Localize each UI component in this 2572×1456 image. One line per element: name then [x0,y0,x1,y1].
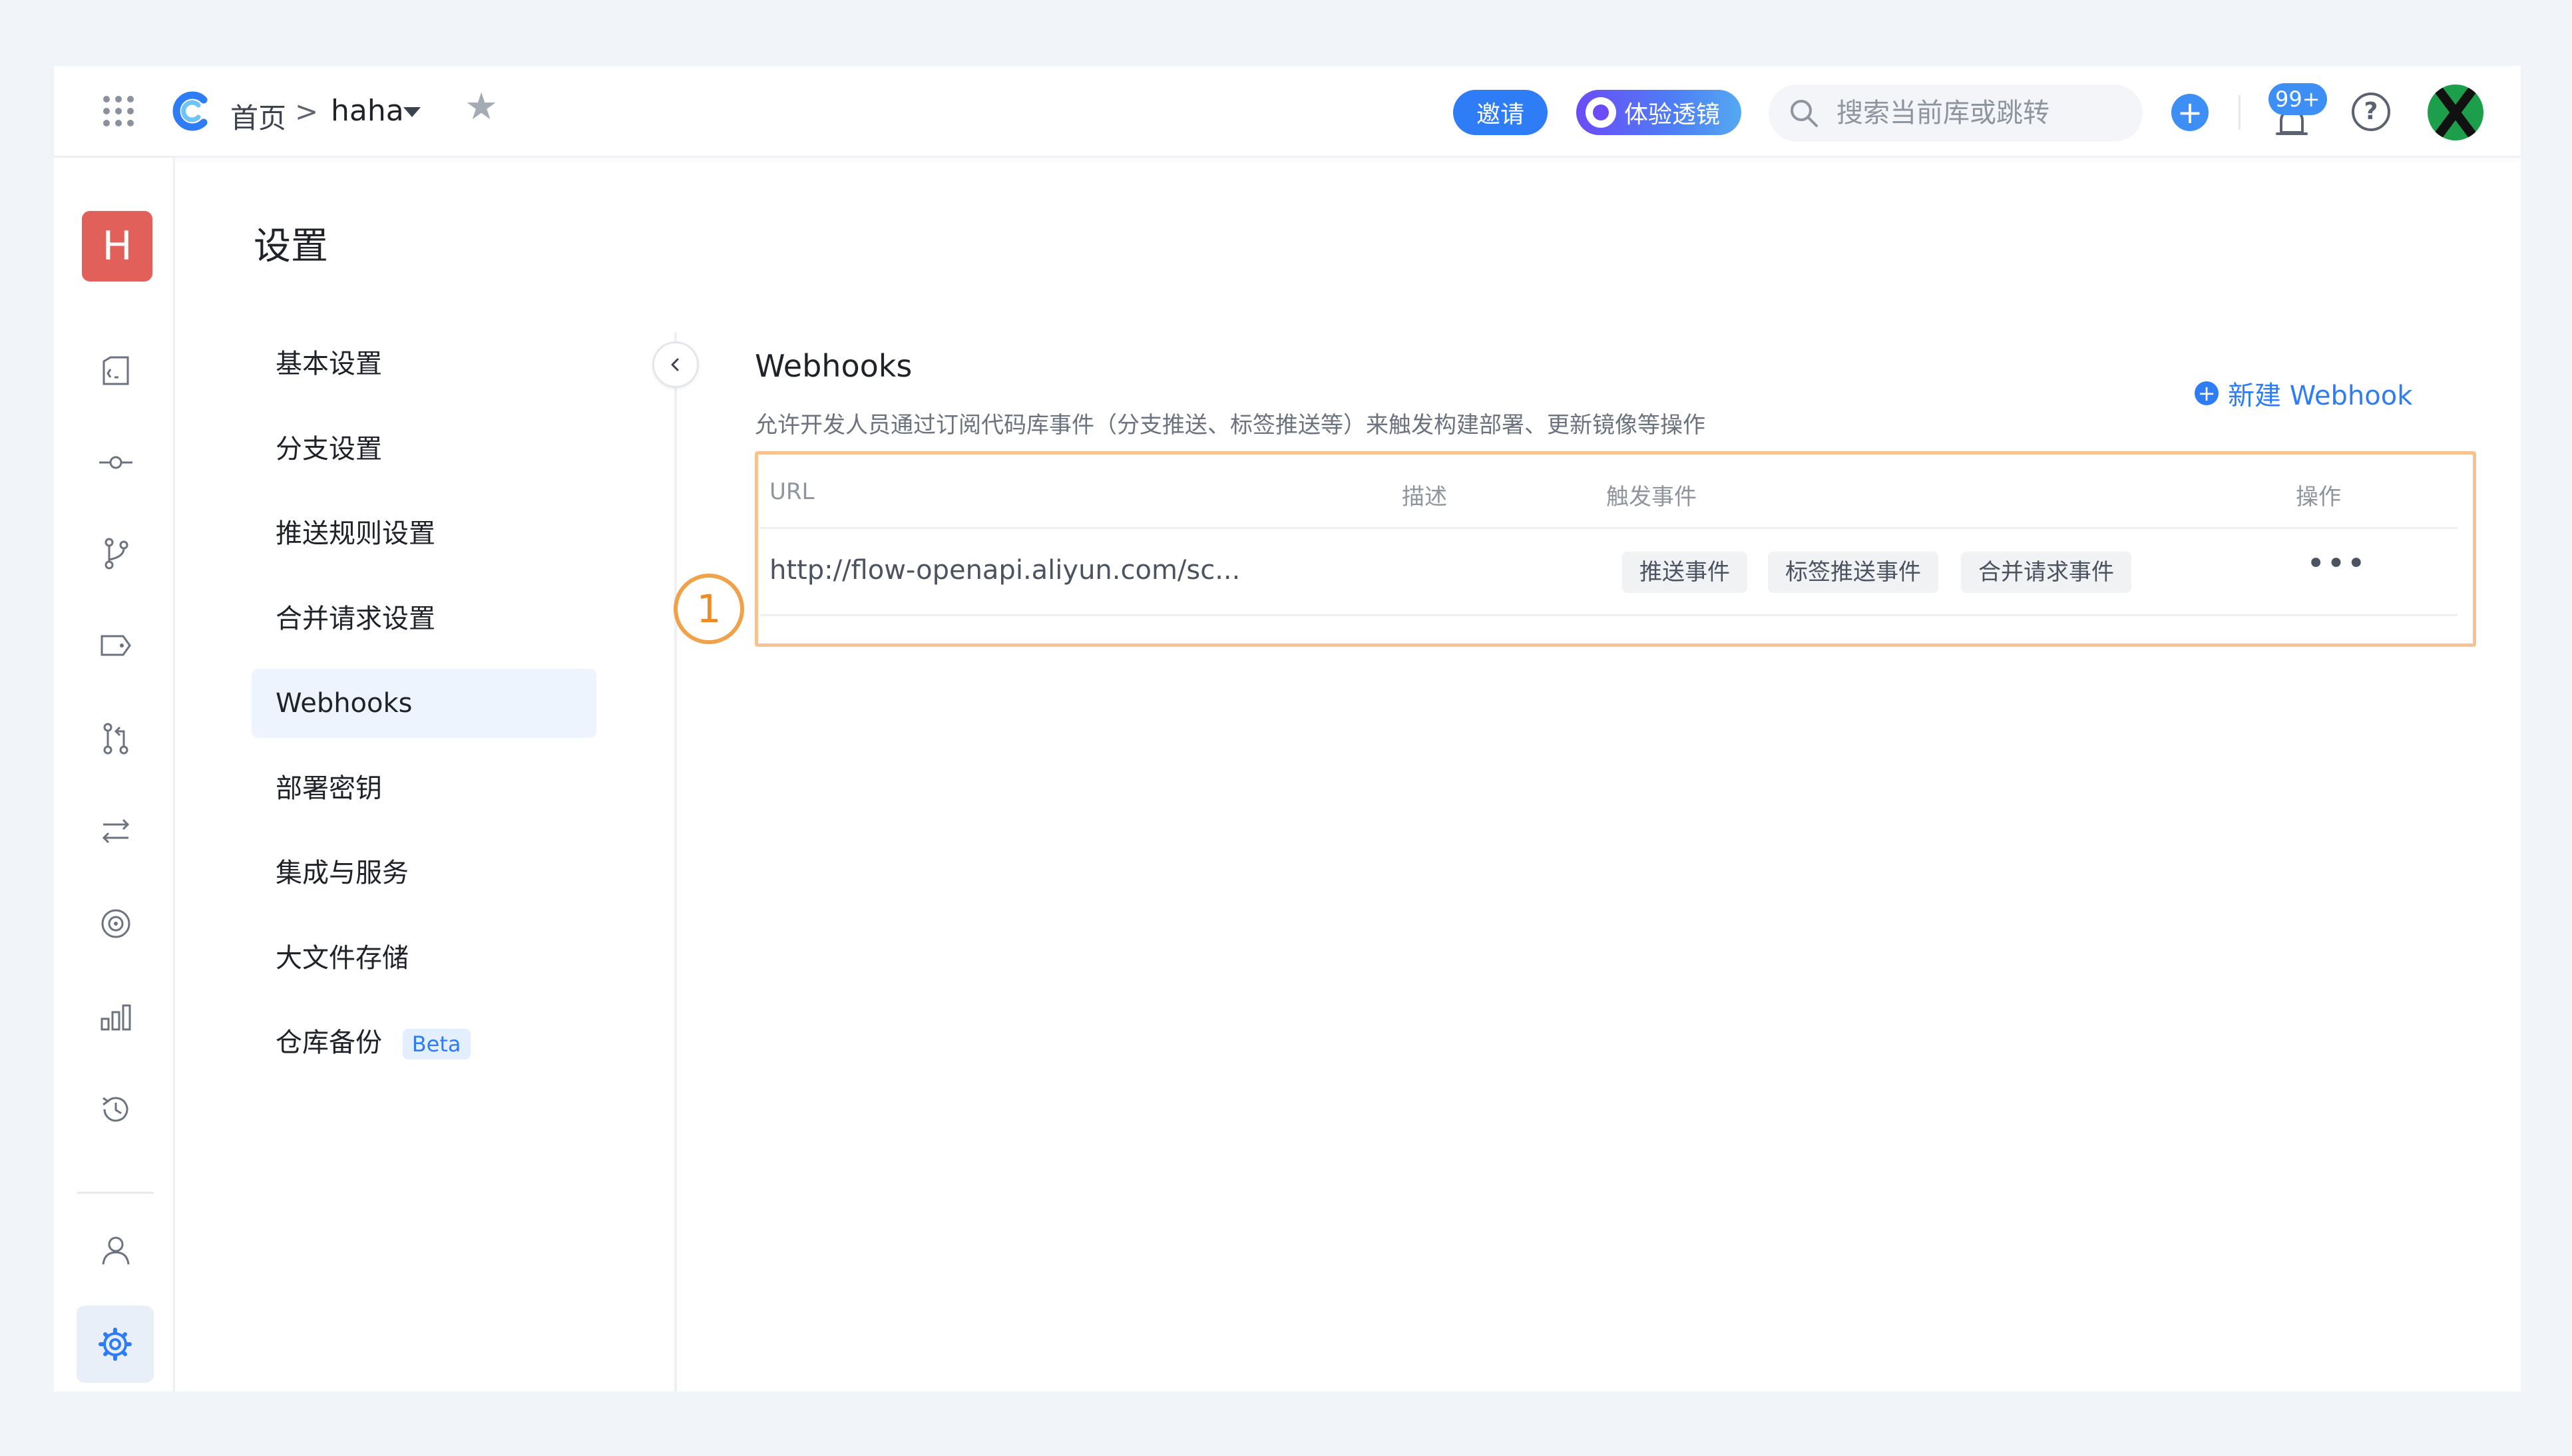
column-header-actions: 操作 [2296,484,2341,510]
collapse-nav-button[interactable] [652,341,699,388]
section-description: 允许开发人员通过订阅代码库事件（分支推送、标签推送等）来触发构建部署、更新镜像等… [755,412,1705,439]
create-plus-button[interactable]: + [2171,94,2209,131]
app-window: 首页 > haha ★ 邀请 体验透镜 + 99+ ? [54,66,2521,1391]
nav-item-label: 基本设置 [276,349,382,379]
lens-button[interactable]: 体验透镜 [1576,90,1741,135]
nav-item-label: 推送规则设置 [276,518,435,549]
search-box[interactable] [1769,85,2143,142]
new-webhook-button[interactable]: + 新建 Webhook [2195,374,2412,413]
user-avatar[interactable] [2428,85,2483,140]
nav-item-integrations[interactable]: 集成与服务 [252,838,596,908]
settings-icon [99,1328,132,1361]
left-rail: H [54,158,175,1391]
help-icon[interactable]: ? [2352,92,2390,131]
beta-badge: Beta [402,1029,471,1059]
table-row-divider [760,614,2458,616]
event-tag: 合并请求事件 [1961,552,2131,593]
event-tag: 推送事件 [1622,552,1747,593]
history-icon[interactable] [93,1086,139,1133]
rail-divider [77,1192,154,1194]
repo-avatar[interactable]: H [82,211,152,281]
nav-item-label: Webhooks [276,688,413,719]
nav-item-label: 分支设置 [276,434,382,464]
nav-item-deploy-keys[interactable]: 部署密钥 [252,754,596,823]
more-actions-icon[interactable]: ••• [2306,548,2367,580]
nav-item-label: 合并请求设置 [276,604,435,634]
event-tag: 标签推送事件 [1768,552,1938,593]
nav-item-branch-settings[interactable]: 分支设置 [252,415,596,484]
search-icon [1791,100,1818,127]
chart-icon[interactable] [93,994,139,1041]
top-bar: 首页 > haha ★ 邀请 体验透镜 + 99+ ? [54,66,2521,158]
step-marker: 1 [674,574,744,644]
notification-count-badge: 99+ [2268,83,2327,115]
tag-icon[interactable] [93,622,139,669]
nav-item-basic-settings[interactable]: 基本设置 [252,329,596,399]
toolbar-divider [2239,95,2241,130]
merge-request-icon[interactable] [93,715,139,762]
webhook-url-cell[interactable]: http://flow-openapi.aliyun.com/sc... [769,555,1240,586]
nav-item-webhooks[interactable]: Webhooks [252,669,596,738]
nav-item-label: 集成与服务 [276,858,409,888]
breadcrumb-repo-name[interactable]: haha [331,94,404,128]
star-icon[interactable]: ★ [465,89,498,126]
column-header-description: 描述 [1402,484,1447,510]
app-grid-icon[interactable] [103,96,134,126]
table-header-divider [760,527,2458,529]
lens-button-label: 体验透镜 [1624,101,1721,128]
rail-settings-button[interactable] [77,1306,154,1383]
invite-button[interactable]: 邀请 [1453,90,1548,135]
new-webhook-label: 新建 Webhook [2228,381,2413,411]
column-header-url: URL [769,478,815,505]
nav-item-label: 仓库备份 [276,1027,382,1058]
pipeline-icon[interactable] [93,808,139,854]
product-logo-icon[interactable] [172,91,213,132]
invite-button-label: 邀请 [1476,101,1524,128]
member-icon[interactable] [93,1227,139,1274]
nav-item-push-rules[interactable]: 推送规则设置 [252,499,596,568]
plus-circle-icon: + [2195,381,2219,405]
nav-item-merge-request-settings[interactable]: 合并请求设置 [252,584,596,653]
column-header-events: 触发事件 [1606,484,1697,510]
nav-item-label: 部署密钥 [276,773,382,804]
repo-switch-caret-icon[interactable] [403,107,421,117]
nav-item-repo-backup[interactable]: 仓库备份 Beta [252,1008,596,1077]
chevron-left-icon [671,358,679,371]
code-icon[interactable] [93,347,139,394]
lens-icon [1586,97,1616,128]
breadcrumb-home[interactable]: 首页 [230,96,286,136]
nav-item-large-file-storage[interactable]: 大文件存储 [252,924,596,993]
commit-icon[interactable] [93,439,139,486]
notification-button[interactable]: 99+ [2258,83,2327,143]
section-title: Webhooks [755,348,913,384]
panel-divider [674,332,677,1391]
page-title: 设置 [254,225,328,268]
nav-item-label: 大文件存储 [276,943,409,974]
security-icon[interactable] [93,900,139,947]
branch-icon[interactable] [93,530,139,577]
breadcrumb-separator: > [295,95,319,128]
search-input[interactable] [1836,98,2103,128]
